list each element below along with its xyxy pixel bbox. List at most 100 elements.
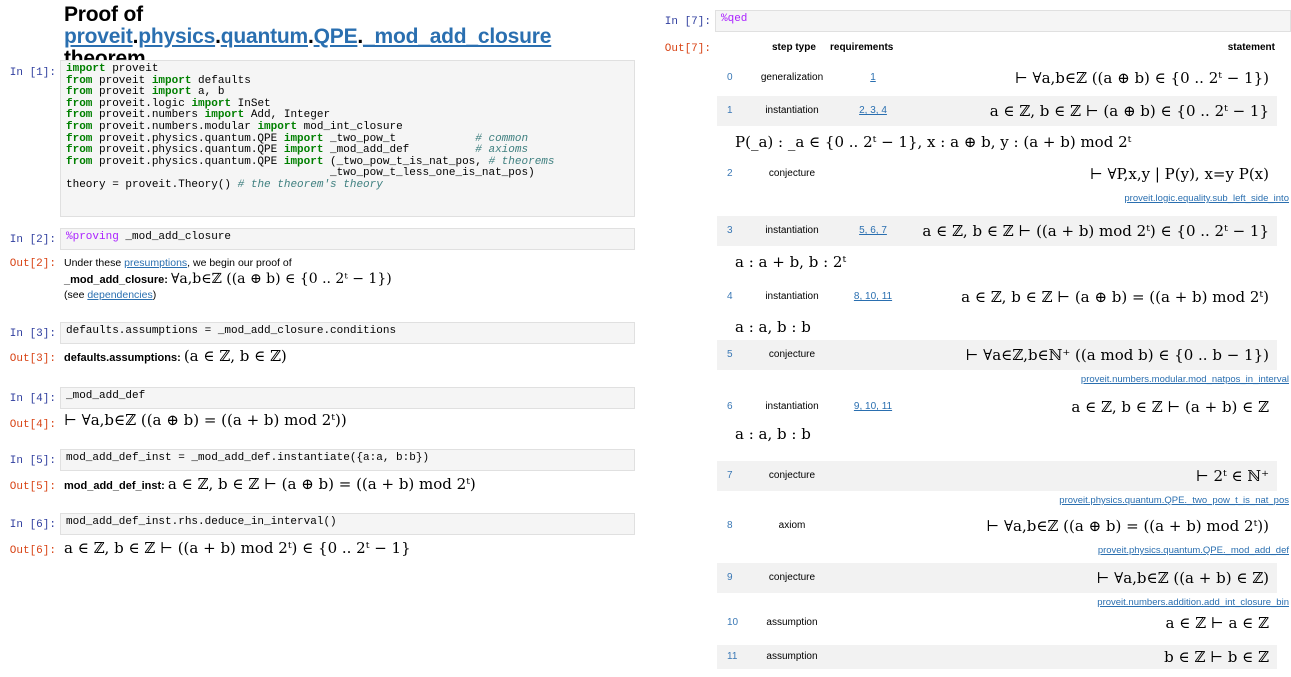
instantiation-params: a : a, b : b xyxy=(735,425,811,443)
presumptions-link[interactable]: presumptions xyxy=(124,257,187,269)
prompt-out-5: Out[5]: xyxy=(9,481,56,493)
requirement-links[interactable]: 5, 6, 7 xyxy=(859,225,887,236)
requirement-links[interactable]: 2, 3, 4 xyxy=(859,105,887,116)
output-3: defaults.assumptions: (a ∈ ℤ, b ∈ ℤ) xyxy=(64,349,287,365)
step-statement: ⊢ ∀a,b∈ℤ ((a + b) ∈ ℤ) xyxy=(1096,569,1270,587)
prompt-in-7: In [7]: xyxy=(664,16,711,28)
step-type: axiom xyxy=(778,520,806,531)
out3-statement: (a ∈ ℤ, b ∈ ℤ) xyxy=(183,347,287,365)
requirement-links[interactable]: 9, 10, 11 xyxy=(854,401,892,412)
proof-step-row: 2 conjecture ⊢ ∀P,x,y | P(y), x=y P(x) xyxy=(717,159,1277,189)
code-cell-6[interactable]: mod_add_def_inst.rhs.deduce_in_interval(… xyxy=(60,513,635,535)
out2-theorem-name: _mod_add_closure: xyxy=(64,274,168,286)
output-5: mod_add_def_inst: a ∈ ℤ, b ∈ ℤ ⊢ (a ⊕ b)… xyxy=(64,477,476,493)
proof-step-row: 1 instantiation 2, 3, 4 a ∈ ℤ, b ∈ ℤ ⊢ (a ⊕… xyxy=(717,96,1277,126)
step-requirements: 5, 6, 7 xyxy=(837,225,909,236)
requirement-links[interactable]: 8, 10, 11 xyxy=(854,291,892,302)
step-statement: ⊢ ∀a,b∈ℤ ((a ⊕ b) = ((a + b) mod 2ᵗ)) xyxy=(986,517,1269,535)
step-type: generalization xyxy=(760,72,824,83)
title-link-theorem[interactable]: _mod_add_closure xyxy=(363,25,551,48)
step-number: 7 xyxy=(727,470,733,481)
step-statement: ⊢ 2ᵗ ∈ ℕ⁺ xyxy=(1195,467,1269,485)
prompt-out-2: Out[2]: xyxy=(9,258,56,270)
step-number: 6 xyxy=(727,401,733,412)
dependencies-link[interactable]: dependencies xyxy=(87,289,152,301)
output-4: ⊢ ∀a,b∈ℤ ((a ⊕ b) = ((a + b) mod 2ᵗ)) xyxy=(64,413,347,429)
step-statement: a ∈ ℤ, b ∈ ℤ ⊢ (a ⊕ b) ∈ {0 .. 2ᵗ − 1} xyxy=(989,102,1269,120)
title-link-quantum[interactable]: quantum xyxy=(221,25,308,48)
code-cell-3[interactable]: defaults.assumptions = _mod_add_closure.… xyxy=(60,322,635,344)
step-requirements: 2, 3, 4 xyxy=(837,105,909,116)
prompt-in-2: In [2]: xyxy=(9,234,56,246)
prompt-in-4: In [4]: xyxy=(9,393,56,405)
step-type: assumption xyxy=(766,617,818,628)
step-statement: a ∈ ℤ, b ∈ ℤ ⊢ (a + b) ∈ ℤ xyxy=(1071,398,1269,416)
requirement-links[interactable]: 1 xyxy=(870,72,876,83)
header-step-type: step type xyxy=(772,42,816,53)
step-statement: a ∈ ℤ, b ∈ ℤ ⊢ (a ⊕ b) = ((a + b) mod 2ᵗ… xyxy=(961,288,1269,306)
theorem-reference-link[interactable]: proveit.logic.equality.sub_left_side_int… xyxy=(1124,193,1289,204)
see-pre: (see xyxy=(64,289,88,301)
step-number: 5 xyxy=(727,349,733,360)
step-number: 0 xyxy=(727,72,733,83)
out5-name: mod_add_def_inst: xyxy=(64,480,165,492)
step-statement: ⊢ ∀a∈ℤ,b∈ℕ⁺ ((a mod b) ∈ {0 .. b − 1}) xyxy=(965,346,1269,364)
see-post: ) xyxy=(152,289,157,301)
header-requirements: requirements xyxy=(830,42,894,53)
out2-text: Under these xyxy=(64,257,125,269)
theorem-reference-link[interactable]: proveit.physics.quantum.QPE._mod_add_def xyxy=(1098,545,1289,556)
step-requirements: 9, 10, 11 xyxy=(837,401,909,412)
step-number: 3 xyxy=(727,225,733,236)
prompt-out-3: Out[3]: xyxy=(9,353,56,365)
out4-statement: ⊢ ∀a,b∈ℤ ((a ⊕ b) = ((a + b) mod 2ᵗ)) xyxy=(64,411,347,429)
code-cell-4[interactable]: _mod_add_def xyxy=(60,387,635,409)
step-statement: a ∈ ℤ, b ∈ ℤ ⊢ ((a + b) mod 2ᵗ) ∈ {0 .. … xyxy=(922,222,1269,240)
step-number: 2 xyxy=(727,168,733,179)
step-number: 4 xyxy=(727,291,733,302)
proof-step-row: 7 conjecture ⊢ 2ᵗ ∈ ℕ⁺ xyxy=(717,461,1277,491)
output-2: Under these presumptions, we begin our p… xyxy=(64,256,634,302)
code-cell-7[interactable]: %qed xyxy=(715,10,1291,32)
step-type: conjecture xyxy=(768,572,816,583)
title-prefix: Proof of xyxy=(64,3,143,26)
theorem-reference-link[interactable]: proveit.physics.quantum.QPE._two_pow_t_i… xyxy=(1059,495,1289,506)
code-cell-2[interactable]: %proving _mod_add_closure xyxy=(60,228,635,250)
code-2-text: _mod_add_closure xyxy=(118,231,232,243)
code-cell-5[interactable]: mod_add_def_inst = _mod_add_def.instanti… xyxy=(60,449,635,471)
out2-statement: ∀a,b∈ℤ ((a ⊕ b) ∈ {0 .. 2ᵗ − 1}) xyxy=(170,271,392,287)
step-number: 1 xyxy=(727,105,733,116)
step-type: instantiation xyxy=(765,105,819,116)
proof-step-row: 9 conjecture ⊢ ∀a,b∈ℤ ((a + b) ∈ ℤ) xyxy=(717,563,1277,593)
title-link-qpe[interactable]: QPE xyxy=(314,25,358,48)
prompt-out-6: Out[6]: xyxy=(9,545,56,557)
prompt-in-5: In [5]: xyxy=(9,455,56,467)
step-type: conjecture xyxy=(768,470,816,481)
proof-step-row: 11 assumption b ∈ ℤ ⊢ b ∈ ℤ xyxy=(717,645,1277,669)
prompt-in-6: In [6]: xyxy=(9,519,56,531)
output-6: a ∈ ℤ, b ∈ ℤ ⊢ ((a + b) mod 2ᵗ) ∈ {0 .. … xyxy=(64,541,411,557)
out6-statement: a ∈ ℤ, b ∈ ℤ ⊢ ((a + b) mod 2ᵗ) ∈ {0 .. … xyxy=(64,539,411,557)
title-link-physics[interactable]: physics xyxy=(138,25,215,48)
title-link-proveit[interactable]: proveit xyxy=(64,25,133,48)
step-statement: ⊢ ∀P,x,y | P(y), x=y P(x) xyxy=(1089,165,1269,183)
step-statement: ⊢ ∀a,b∈ℤ ((a ⊕ b) ∈ {0 .. 2ᵗ − 1}) xyxy=(1014,69,1269,87)
proof-step-row: 4 instantiation 8, 10, 11 a ∈ ℤ, b ∈ ℤ ⊢ (a… xyxy=(717,282,1277,312)
step-requirements: 1 xyxy=(837,72,909,83)
prompt-out-7: Out[7]: xyxy=(664,43,711,55)
theorem-reference-link[interactable]: proveit.numbers.modular.mod_natpos_in_in… xyxy=(1081,374,1289,385)
code-line: theory = proveit.Theory() # the theorem'… xyxy=(66,178,383,191)
instantiation-params: a : a, b : b xyxy=(735,318,811,336)
magic-qed: %qed xyxy=(721,13,748,25)
proof-step-row: 6 instantiation 9, 10, 11 a ∈ ℤ, b ∈ ℤ ⊢ (a… xyxy=(717,393,1277,420)
step-requirements: 8, 10, 11 xyxy=(837,291,909,302)
proof-step-row: 8 axiom ⊢ ∀a,b∈ℤ ((a ⊕ b) = ((a + b) mod 2… xyxy=(717,511,1277,541)
step-type: instantiation xyxy=(765,401,819,412)
instantiation-params: a : a + b, b : 2ᵗ xyxy=(735,253,847,271)
step-type: conjecture xyxy=(768,168,816,179)
code-cell-1[interactable]: import proveit from proveit import defaul… xyxy=(60,60,635,217)
out3-name: defaults.assumptions: xyxy=(64,352,181,364)
step-number: 8 xyxy=(727,520,733,531)
proof-step-row: 5 conjecture ⊢ ∀a∈ℤ,b∈ℕ⁺ ((a mod b) ∈ {0 .… xyxy=(717,340,1277,370)
step-type: instantiation xyxy=(765,291,819,302)
theorem-reference-link[interactable]: proveit.numbers.addition.add_int_closure… xyxy=(1097,597,1289,608)
